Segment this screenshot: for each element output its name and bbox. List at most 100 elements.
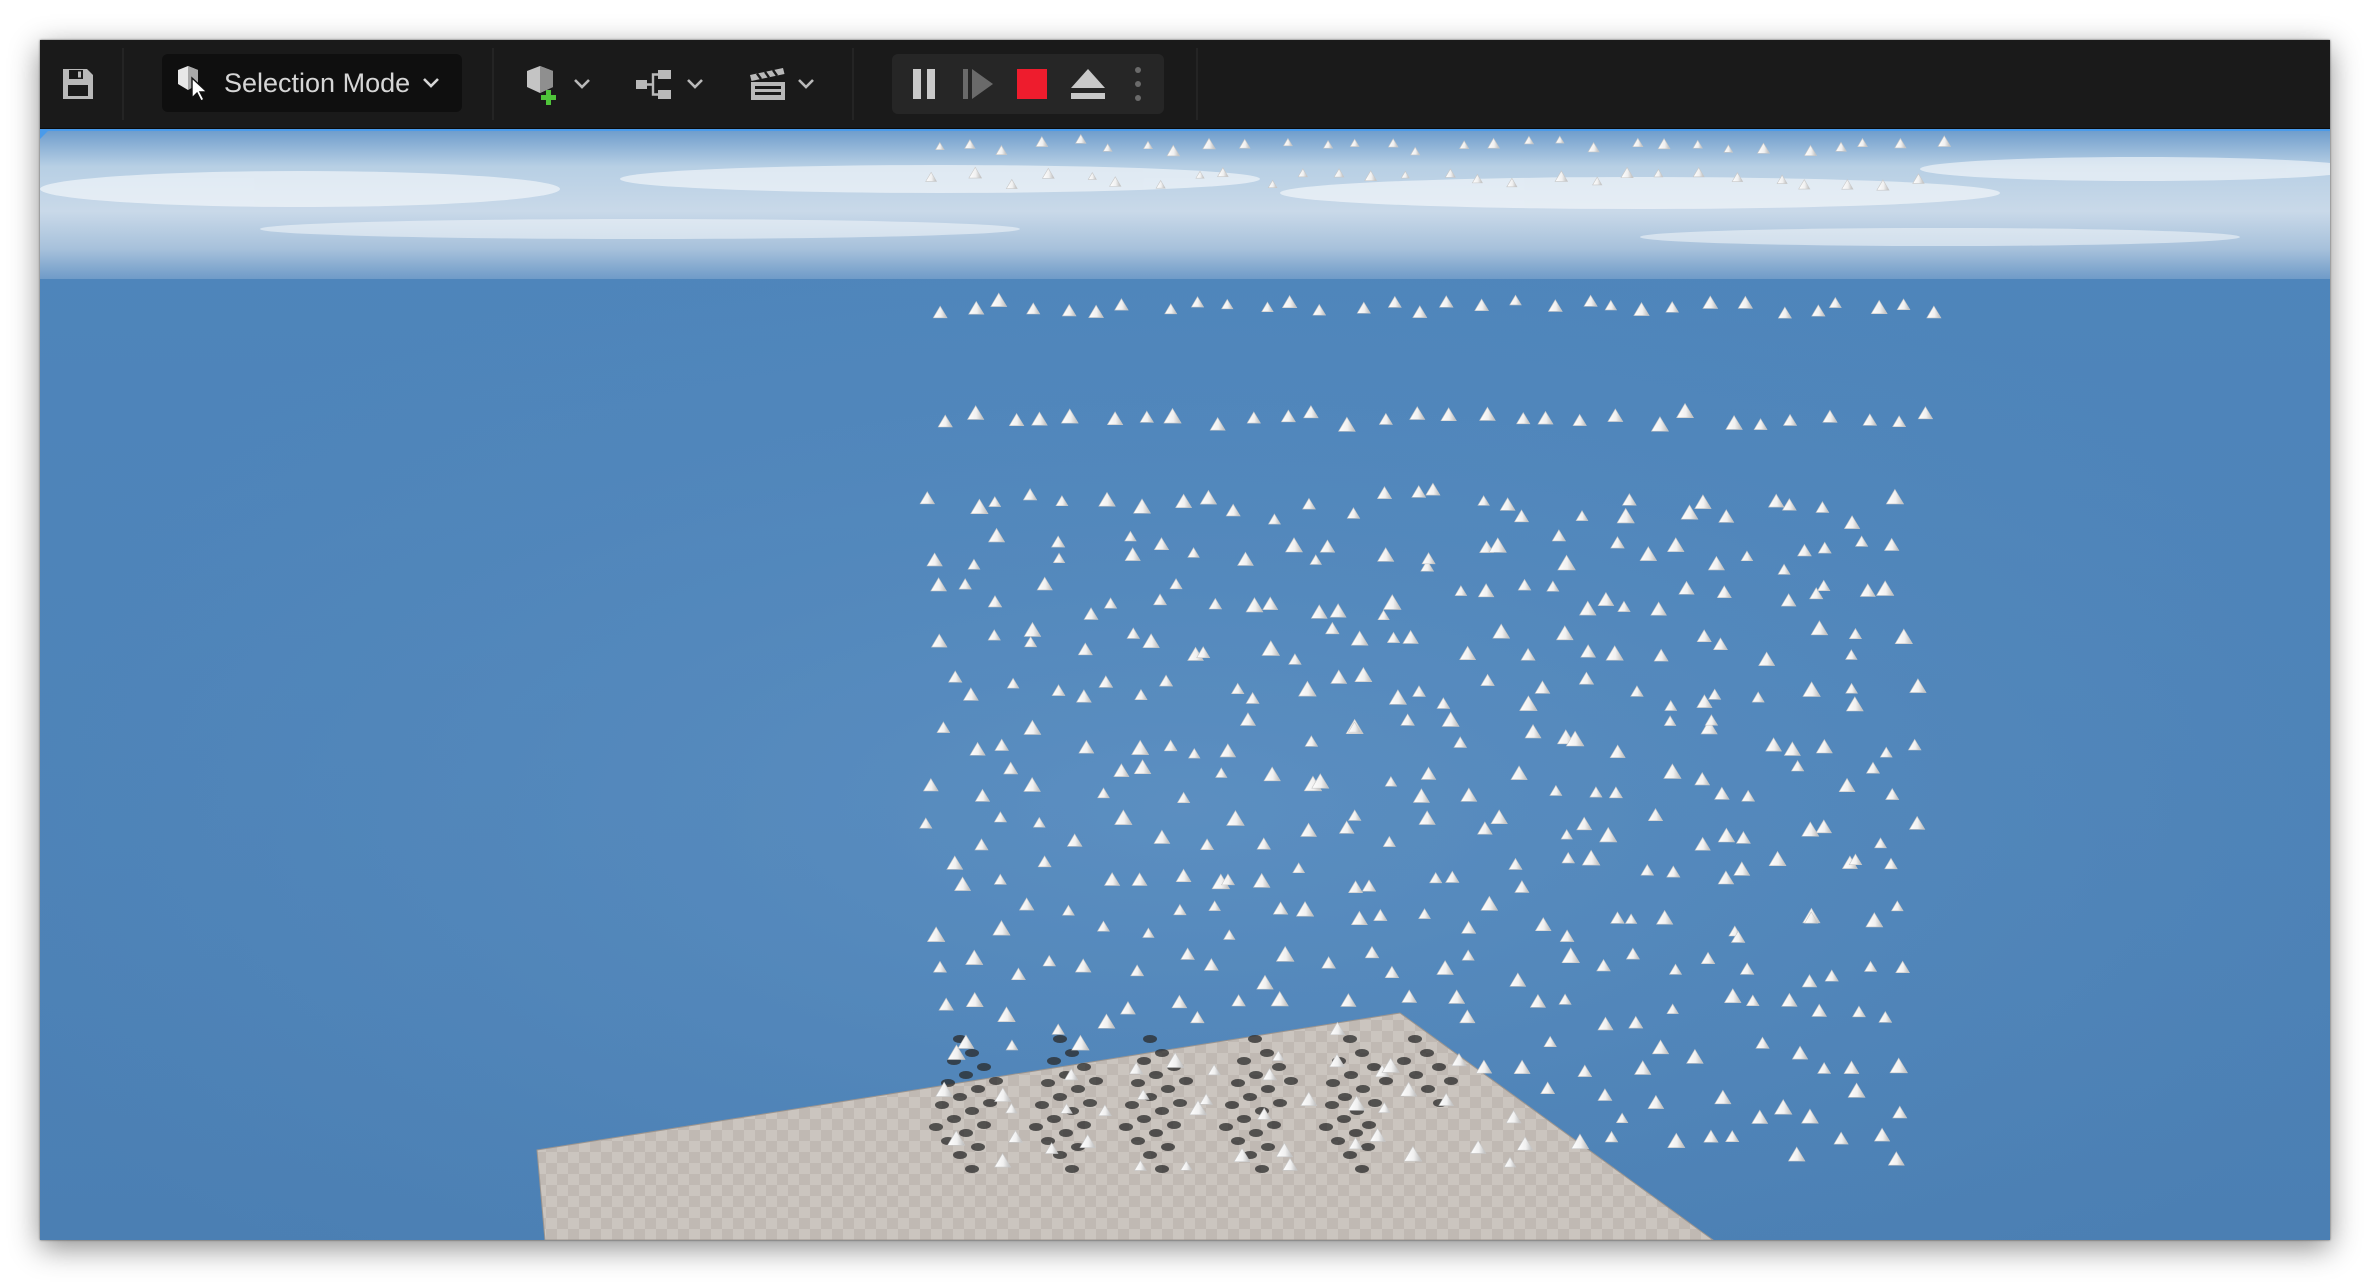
cone-shadow — [1131, 1137, 1145, 1145]
cone-shadow — [1053, 1035, 1067, 1043]
cone-shadow — [947, 1115, 961, 1123]
toolbar-divider — [492, 48, 494, 120]
cone-shadow — [1041, 1079, 1055, 1087]
cone-shadow — [1029, 1123, 1043, 1131]
blueprint-graph-icon — [636, 70, 671, 99]
stop-button[interactable] — [1008, 60, 1056, 108]
cone-shadow — [1173, 1099, 1187, 1107]
cone-shadow — [1243, 1093, 1257, 1101]
more-options-icon — [1135, 67, 1141, 101]
blueprints-button[interactable] — [626, 56, 712, 112]
cone-shadow — [1167, 1121, 1181, 1129]
cone-shadow — [1255, 1165, 1269, 1173]
cone-shadow — [1231, 1079, 1245, 1087]
cone-shadow — [1131, 1079, 1145, 1087]
toolbar-divider — [122, 48, 124, 120]
cone-shadow — [971, 1143, 985, 1151]
cone-shadow — [1261, 1085, 1275, 1093]
cone-shadow — [1035, 1101, 1049, 1109]
viewport-top-edge — [40, 129, 2330, 131]
cone-shadow — [1155, 1049, 1169, 1057]
cone-shadow — [1355, 1049, 1369, 1057]
scene-canvas — [40, 129, 2330, 1240]
add-actor-icon — [527, 66, 556, 105]
cone-shadow — [1149, 1129, 1163, 1137]
cone-shadow — [1161, 1143, 1175, 1151]
save-button[interactable] — [52, 58, 104, 110]
cone-shadow — [1053, 1093, 1067, 1101]
advance-frame-button[interactable] — [954, 60, 1002, 108]
cone-shadow — [1137, 1057, 1151, 1065]
cone-shadow — [1249, 1071, 1263, 1079]
toolbar-divider — [852, 48, 854, 120]
cone-shadow — [965, 1165, 979, 1173]
cone-shadow — [1137, 1115, 1151, 1123]
cone-shadow — [1143, 1035, 1157, 1043]
cone-shadow — [1368, 1099, 1382, 1107]
pause-button[interactable] — [900, 60, 948, 108]
cone-shadow — [1261, 1143, 1275, 1151]
cone-shadow — [1161, 1085, 1175, 1093]
toolbar-divider — [1196, 48, 1198, 120]
cone-shadow — [1349, 1129, 1363, 1137]
cone-shadow — [1432, 1063, 1446, 1071]
cone-shadow — [1065, 1165, 1079, 1173]
cone-shadow — [953, 1151, 967, 1159]
cone-shadow — [935, 1101, 949, 1109]
cone-shadow — [1155, 1107, 1169, 1115]
advance-frame-icon — [963, 69, 993, 99]
cone-shadow — [1219, 1123, 1233, 1131]
play-options-button[interactable] — [1120, 60, 1156, 108]
cone-shadow — [1149, 1071, 1163, 1079]
selection-mode-dropdown[interactable]: Selection Mode — [162, 54, 462, 112]
cone-shadow — [959, 1129, 973, 1137]
cone-shadow — [1379, 1077, 1393, 1085]
cone-shadow — [1083, 1099, 1097, 1107]
clapperboard-icon — [750, 68, 785, 100]
cone-shadow — [1420, 1049, 1434, 1057]
stop-icon — [1017, 69, 1047, 99]
cone-shadow — [1267, 1121, 1281, 1129]
cone-shadow — [1041, 1137, 1055, 1145]
cone-shadow — [1225, 1101, 1239, 1109]
editor-window: Selection Mode — [40, 40, 2330, 1240]
cone-shadow — [1272, 1063, 1286, 1071]
cone-shadow — [989, 1077, 1003, 1085]
cone-shadow — [983, 1099, 997, 1107]
cone-shadow — [1355, 1165, 1369, 1173]
pause-icon — [913, 69, 935, 99]
cone-shadow — [971, 1085, 985, 1093]
selection-mode-label: Selection Mode — [224, 67, 411, 98]
cone-shadow — [1409, 1071, 1423, 1079]
cone-shadow — [1362, 1121, 1376, 1129]
cone-shadow — [1337, 1115, 1351, 1123]
cone-shadow — [1284, 1077, 1298, 1085]
cone-shadow — [953, 1093, 967, 1101]
cone-shadow — [1408, 1035, 1422, 1043]
cone-shadow — [1421, 1085, 1435, 1093]
cone-shadow — [929, 1123, 943, 1131]
cone-shadow — [1326, 1079, 1340, 1087]
cone-shadow — [1260, 1049, 1274, 1057]
cone-shadow — [1237, 1057, 1251, 1065]
select-mode-icon — [178, 66, 209, 102]
save-icon — [63, 69, 93, 99]
quick-add-button[interactable] — [514, 56, 600, 112]
cone-shadow — [1237, 1115, 1251, 1123]
cone-shadow — [1338, 1093, 1352, 1101]
cone-shadow — [1071, 1085, 1085, 1093]
chevron-down-icon — [423, 78, 440, 88]
cone-shadow — [965, 1107, 979, 1115]
cone-shadow — [1047, 1115, 1061, 1123]
level-viewport[interactable] — [40, 129, 2330, 1240]
cone-shadow — [1077, 1121, 1091, 1129]
cone-shadow — [1119, 1123, 1133, 1131]
eject-button[interactable] — [1062, 60, 1114, 108]
cinematics-button[interactable] — [738, 56, 824, 112]
chevron-down-icon — [574, 79, 590, 89]
cone-shadow — [1344, 1071, 1358, 1079]
cone-shadow — [1356, 1085, 1370, 1093]
cone-shadow — [1319, 1123, 1333, 1131]
cone-shadow — [965, 1049, 979, 1057]
cone-shadow — [1231, 1137, 1245, 1145]
